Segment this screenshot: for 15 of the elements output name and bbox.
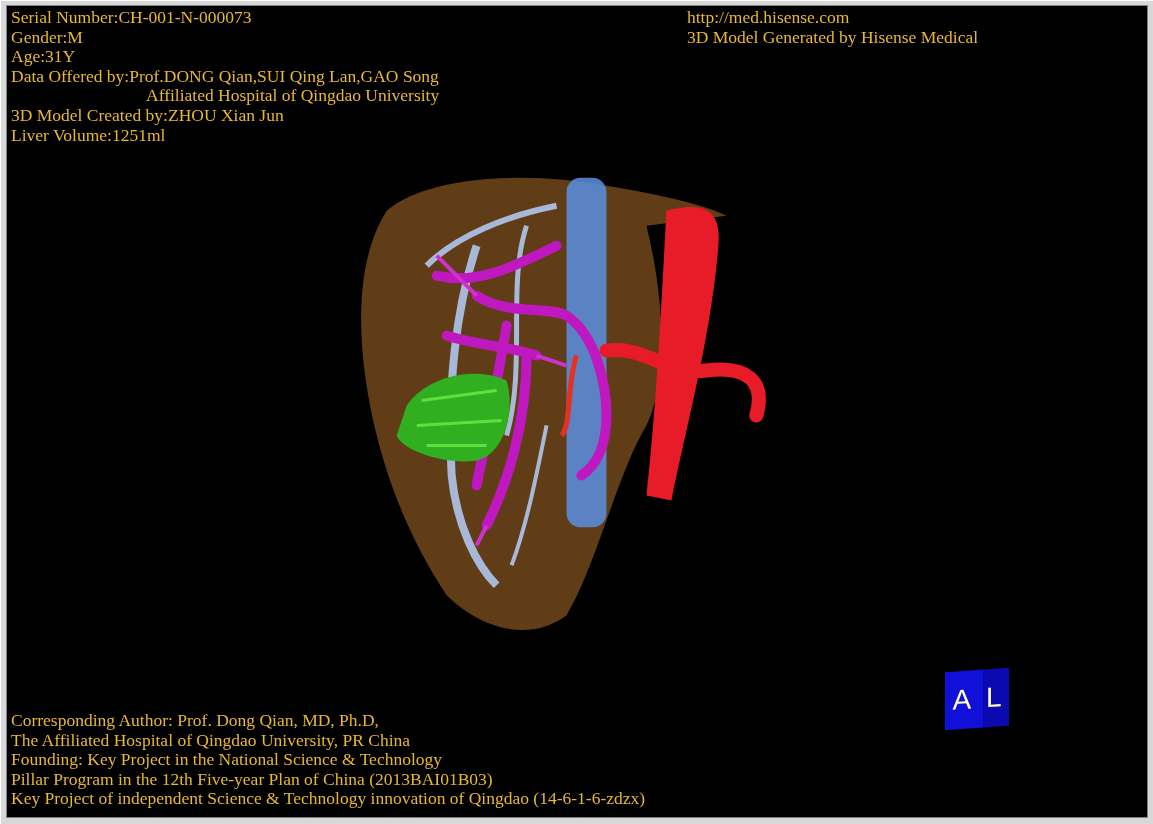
orientation-cube[interactable]: A L	[945, 667, 1009, 731]
credit-text: Pillar Program in the 12th Five-year Plan of China (2013BAI01B03)	[11, 769, 494, 790]
credit-text: Key Project of independent Science & Technology innovation of Qingdao (14-6-1-6-zdzx)	[11, 789, 646, 809]
info-text: Age:31Y	[11, 47, 77, 67]
credit-text: Founding: Key Project in the National Science & Technology	[11, 750, 443, 770]
info-text: Affiliated Hospital of Qingdao University	[146, 86, 440, 106]
credit-text: http://med.hisense.com	[687, 8, 851, 28]
credit-text: The Affiliated Hospital of Qingdao University, PR China	[11, 730, 412, 751]
info-text: Data Offered by:Prof.DONG Qian,SUI Qing Lan,GAO Song	[11, 66, 440, 87]
credit-text: 3D Model Generated by Hisense Medical	[687, 27, 980, 48]
info-text: Liver Volume:1251ml	[11, 125, 166, 146]
info-text: 3D Model Created by:ZHOU Xian Jun	[11, 105, 285, 126]
info-text: Serial Number:CH-001-N-000073	[11, 8, 253, 28]
credit-text: Corresponding Author: Prof. Dong Qian, MD, Ph.D,	[11, 711, 380, 731]
info-text: Gender:M	[11, 27, 84, 48]
